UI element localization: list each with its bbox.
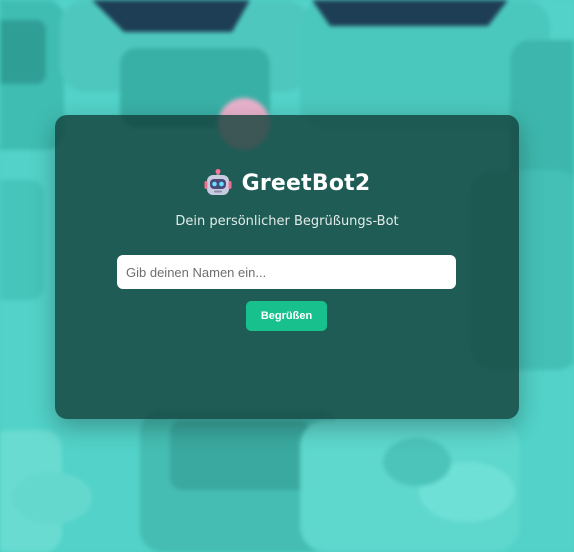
app-subtitle: Dein persönlicher Begrüßungs-Bot xyxy=(175,214,399,229)
title-row: GreetBot2 xyxy=(55,168,519,198)
name-input[interactable] xyxy=(117,255,456,289)
app-window: GreetBot2 Dein persönlicher Begrüßungs-B… xyxy=(0,0,574,552)
robot-icon xyxy=(204,169,232,195)
greeting-card: GreetBot2 Dein persönlicher Begrüßungs-B… xyxy=(55,115,519,419)
greet-button[interactable]: Begrüßen xyxy=(246,301,327,331)
app-title: GreetBot2 xyxy=(241,170,371,196)
